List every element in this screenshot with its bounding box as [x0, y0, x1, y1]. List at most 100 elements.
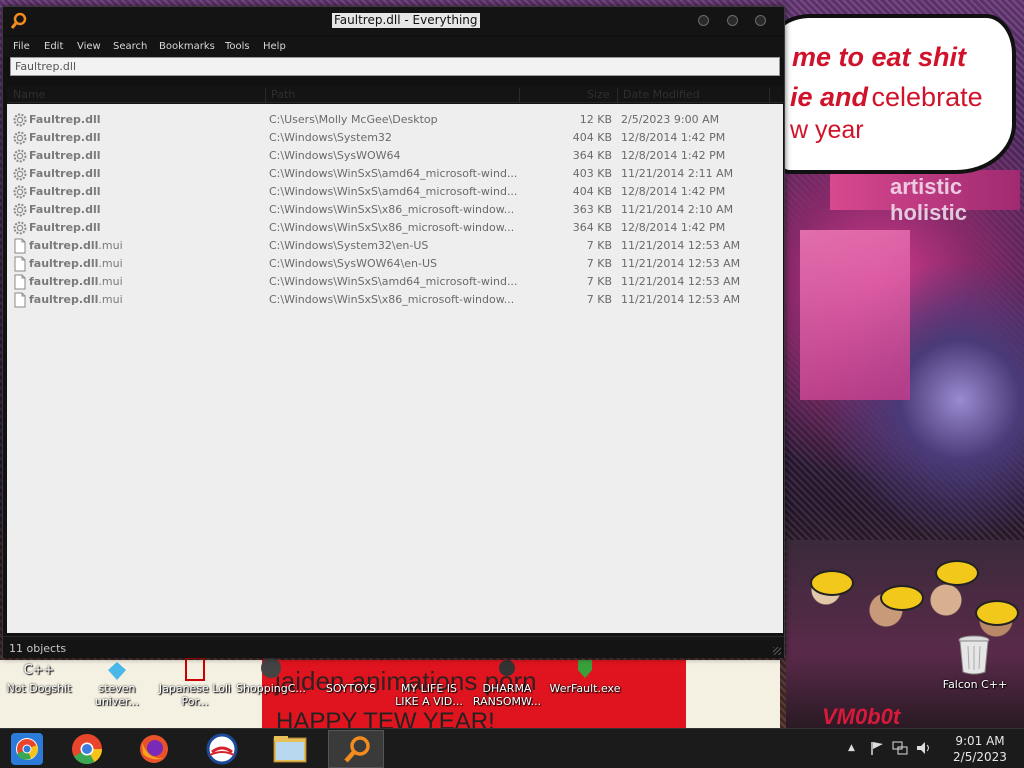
show-hidden-icons-chevron-icon[interactable]: ▲: [848, 743, 855, 753]
desktop-icon-not-dogshit[interactable]: C++ Not Dogshit: [2, 656, 76, 695]
file-name: Faultrep.dll: [29, 185, 101, 198]
file-path: C:\Windows\SysWOW64\en-US: [269, 257, 437, 270]
table-row[interactable]: Faultrep.dll C:\Windows\WinSxS\amd64_micr…: [7, 183, 783, 201]
watermark-tag: VM0b0t: [822, 704, 901, 728]
menu-view[interactable]: View: [77, 41, 101, 52]
table-row[interactable]: faultrep.dll.mui C:\Windows\SysWOW64\en-U…: [7, 255, 783, 273]
taskbar: ▲ 9:01 AM 2/5/2023: [0, 728, 1024, 768]
file-date: 11/21/2014 2:11 AM: [621, 167, 734, 180]
taskbar-firefox[interactable]: [126, 730, 182, 768]
everything-window: Faultrep.dll - Everything File Edit View…: [2, 6, 785, 658]
minimize-button[interactable]: [698, 15, 709, 26]
gamepad-icon: [392, 656, 466, 682]
app-icon: [314, 656, 388, 682]
search-input[interactable]: Faultrep.dll: [10, 57, 780, 76]
taskbar-obama[interactable]: [194, 730, 250, 768]
cart-icon: [234, 656, 308, 682]
file-date: 11/21/2014 2:10 AM: [621, 203, 734, 216]
file-name: Faultrep.dll: [29, 203, 101, 216]
menu-search[interactable]: Search: [113, 41, 147, 52]
blank-file-icon: [14, 292, 26, 308]
table-row[interactable]: faultrep.dll.mui C:\Windows\System32\en-U…: [7, 237, 783, 255]
obama-logo-icon: [206, 733, 238, 765]
table-row[interactable]: faultrep.dll.mui C:\Windows\WinSxS\amd64_…: [7, 273, 783, 291]
file-path: C:\Windows\System32\en-US: [269, 239, 429, 252]
taskbar-file-manager[interactable]: [262, 730, 318, 768]
menu-edit[interactable]: Edit: [44, 41, 63, 52]
menu-help[interactable]: Help: [263, 41, 286, 52]
party-hat: [935, 560, 979, 586]
table-row[interactable]: Faultrep.dll C:\Windows\WinSxS\amd64_micr…: [7, 165, 783, 183]
gem-icon: [80, 656, 154, 682]
maximize-button[interactable]: [727, 15, 738, 26]
file-name: Faultrep.dll: [29, 221, 101, 234]
flag-icon[interactable]: [870, 741, 884, 755]
title-bar[interactable]: Faultrep.dll - Everything: [3, 7, 784, 35]
network-icon[interactable]: [892, 741, 908, 755]
shield-icon: [548, 656, 622, 682]
column-name[interactable]: Name: [13, 88, 45, 101]
column-size[interactable]: Size: [587, 88, 610, 101]
desktop-icon-soytoys[interactable]: SOYTOYS: [314, 656, 388, 695]
table-row[interactable]: Faultrep.dll C:\Windows\WinSxS\x86_micros…: [7, 219, 783, 237]
desktop-icon-japanese[interactable]: Japanese Loli Por...: [158, 656, 232, 708]
column-separator[interactable]: [617, 88, 618, 103]
table-row[interactable]: Faultrep.dll C:\Windows\System32 404 KB 12/…: [7, 129, 783, 147]
table-row[interactable]: Faultrep.dll C:\Windows\SysWOW64 364 KB 12/…: [7, 147, 783, 165]
speech-bubble: me to eat shit ie and celebrate w year: [770, 14, 1016, 174]
column-path[interactable]: Path: [271, 88, 295, 101]
menu-file[interactable]: File: [13, 41, 30, 52]
table-row[interactable]: Faultrep.dll C:\Users\Molly McGee\Desktop…: [7, 111, 783, 129]
gear-file-icon: [13, 131, 27, 145]
file-date: 2/5/2023 9:00 AM: [621, 113, 720, 126]
desktop-icon-label: WerFault.exe: [549, 682, 621, 695]
desktop-icon-label: DHARMA RANSOMW...: [472, 682, 542, 708]
desktop-icon-label: Falcon C++: [942, 678, 1008, 691]
menu-tools[interactable]: Tools: [225, 41, 250, 52]
file-date: 12/8/2014 1:42 PM: [621, 221, 726, 234]
svg-text:C++: C++: [24, 663, 55, 678]
table-row[interactable]: faultrep.dll.mui C:\Windows\WinSxS\x86_mi…: [7, 291, 783, 309]
file-manager-icon: [273, 736, 307, 763]
desktop-icon-label: Japanese Loli Por...: [158, 682, 232, 708]
bubble-line-1: me to eat shit: [792, 42, 967, 72]
column-separator[interactable]: [265, 88, 266, 103]
file-size: 12 KB: [579, 113, 612, 126]
file-date: 12/8/2014 1:42 PM: [621, 149, 726, 162]
party-hat: [880, 585, 924, 611]
desktop-icon-dharma[interactable]: DHARMA RANSOMW...: [470, 656, 544, 708]
recycle-bin-icon[interactable]: [957, 634, 991, 676]
desktop-icon-steven-universe[interactable]: steven univer...: [80, 656, 154, 708]
taskbar-clock[interactable]: 9:01 AM 2/5/2023: [940, 733, 1020, 765]
taskbar-chrome[interactable]: [59, 730, 115, 768]
file-size: 7 KB: [586, 257, 612, 270]
column-separator[interactable]: [519, 88, 520, 103]
desktop-icon-werfault[interactable]: WerFault.exe: [548, 656, 622, 695]
skull-icon: [470, 656, 544, 682]
taskbar-start-button[interactable]: [0, 730, 56, 768]
desktop-icon-falcon[interactable]: Falcon C++: [938, 678, 1012, 691]
desktop-icon-my-life[interactable]: MY LIFE IS LIKE A VID...: [392, 656, 466, 708]
gear-file-icon: [13, 113, 27, 127]
file-size: 364 KB: [572, 149, 612, 162]
blank-file-icon: [14, 274, 26, 290]
file-size: 403 KB: [572, 167, 612, 180]
column-header: Name Path Size Date Modified: [7, 86, 783, 103]
desktop-icon-shopping[interactable]: ShoppingC...: [234, 656, 308, 695]
gear-file-icon: [13, 221, 27, 235]
table-row[interactable]: Faultrep.dll C:\Windows\WinSxS\x86_micros…: [7, 201, 783, 219]
column-date-modified[interactable]: Date Modified: [623, 88, 700, 101]
cpp-icon: C++: [2, 656, 76, 682]
file-path: C:\Windows\WinSxS\amd64_microsoft-wind..…: [269, 185, 518, 198]
gear-file-icon: [13, 203, 27, 217]
blank-file-icon: [14, 238, 26, 254]
desktop-icon-label: SOYTOYS: [325, 682, 377, 695]
menu-bookmarks[interactable]: Bookmarks: [159, 41, 215, 52]
results-list[interactable]: Faultrep.dll C:\Users\Molly McGee\Desktop…: [7, 104, 783, 633]
desktop-icon-label: steven univer...: [94, 682, 140, 708]
volume-icon[interactable]: [916, 741, 932, 755]
resize-grip[interactable]: [773, 647, 781, 655]
close-button[interactable]: [755, 15, 766, 26]
taskbar-everything[interactable]: [328, 730, 384, 768]
column-separator[interactable]: [769, 88, 770, 103]
